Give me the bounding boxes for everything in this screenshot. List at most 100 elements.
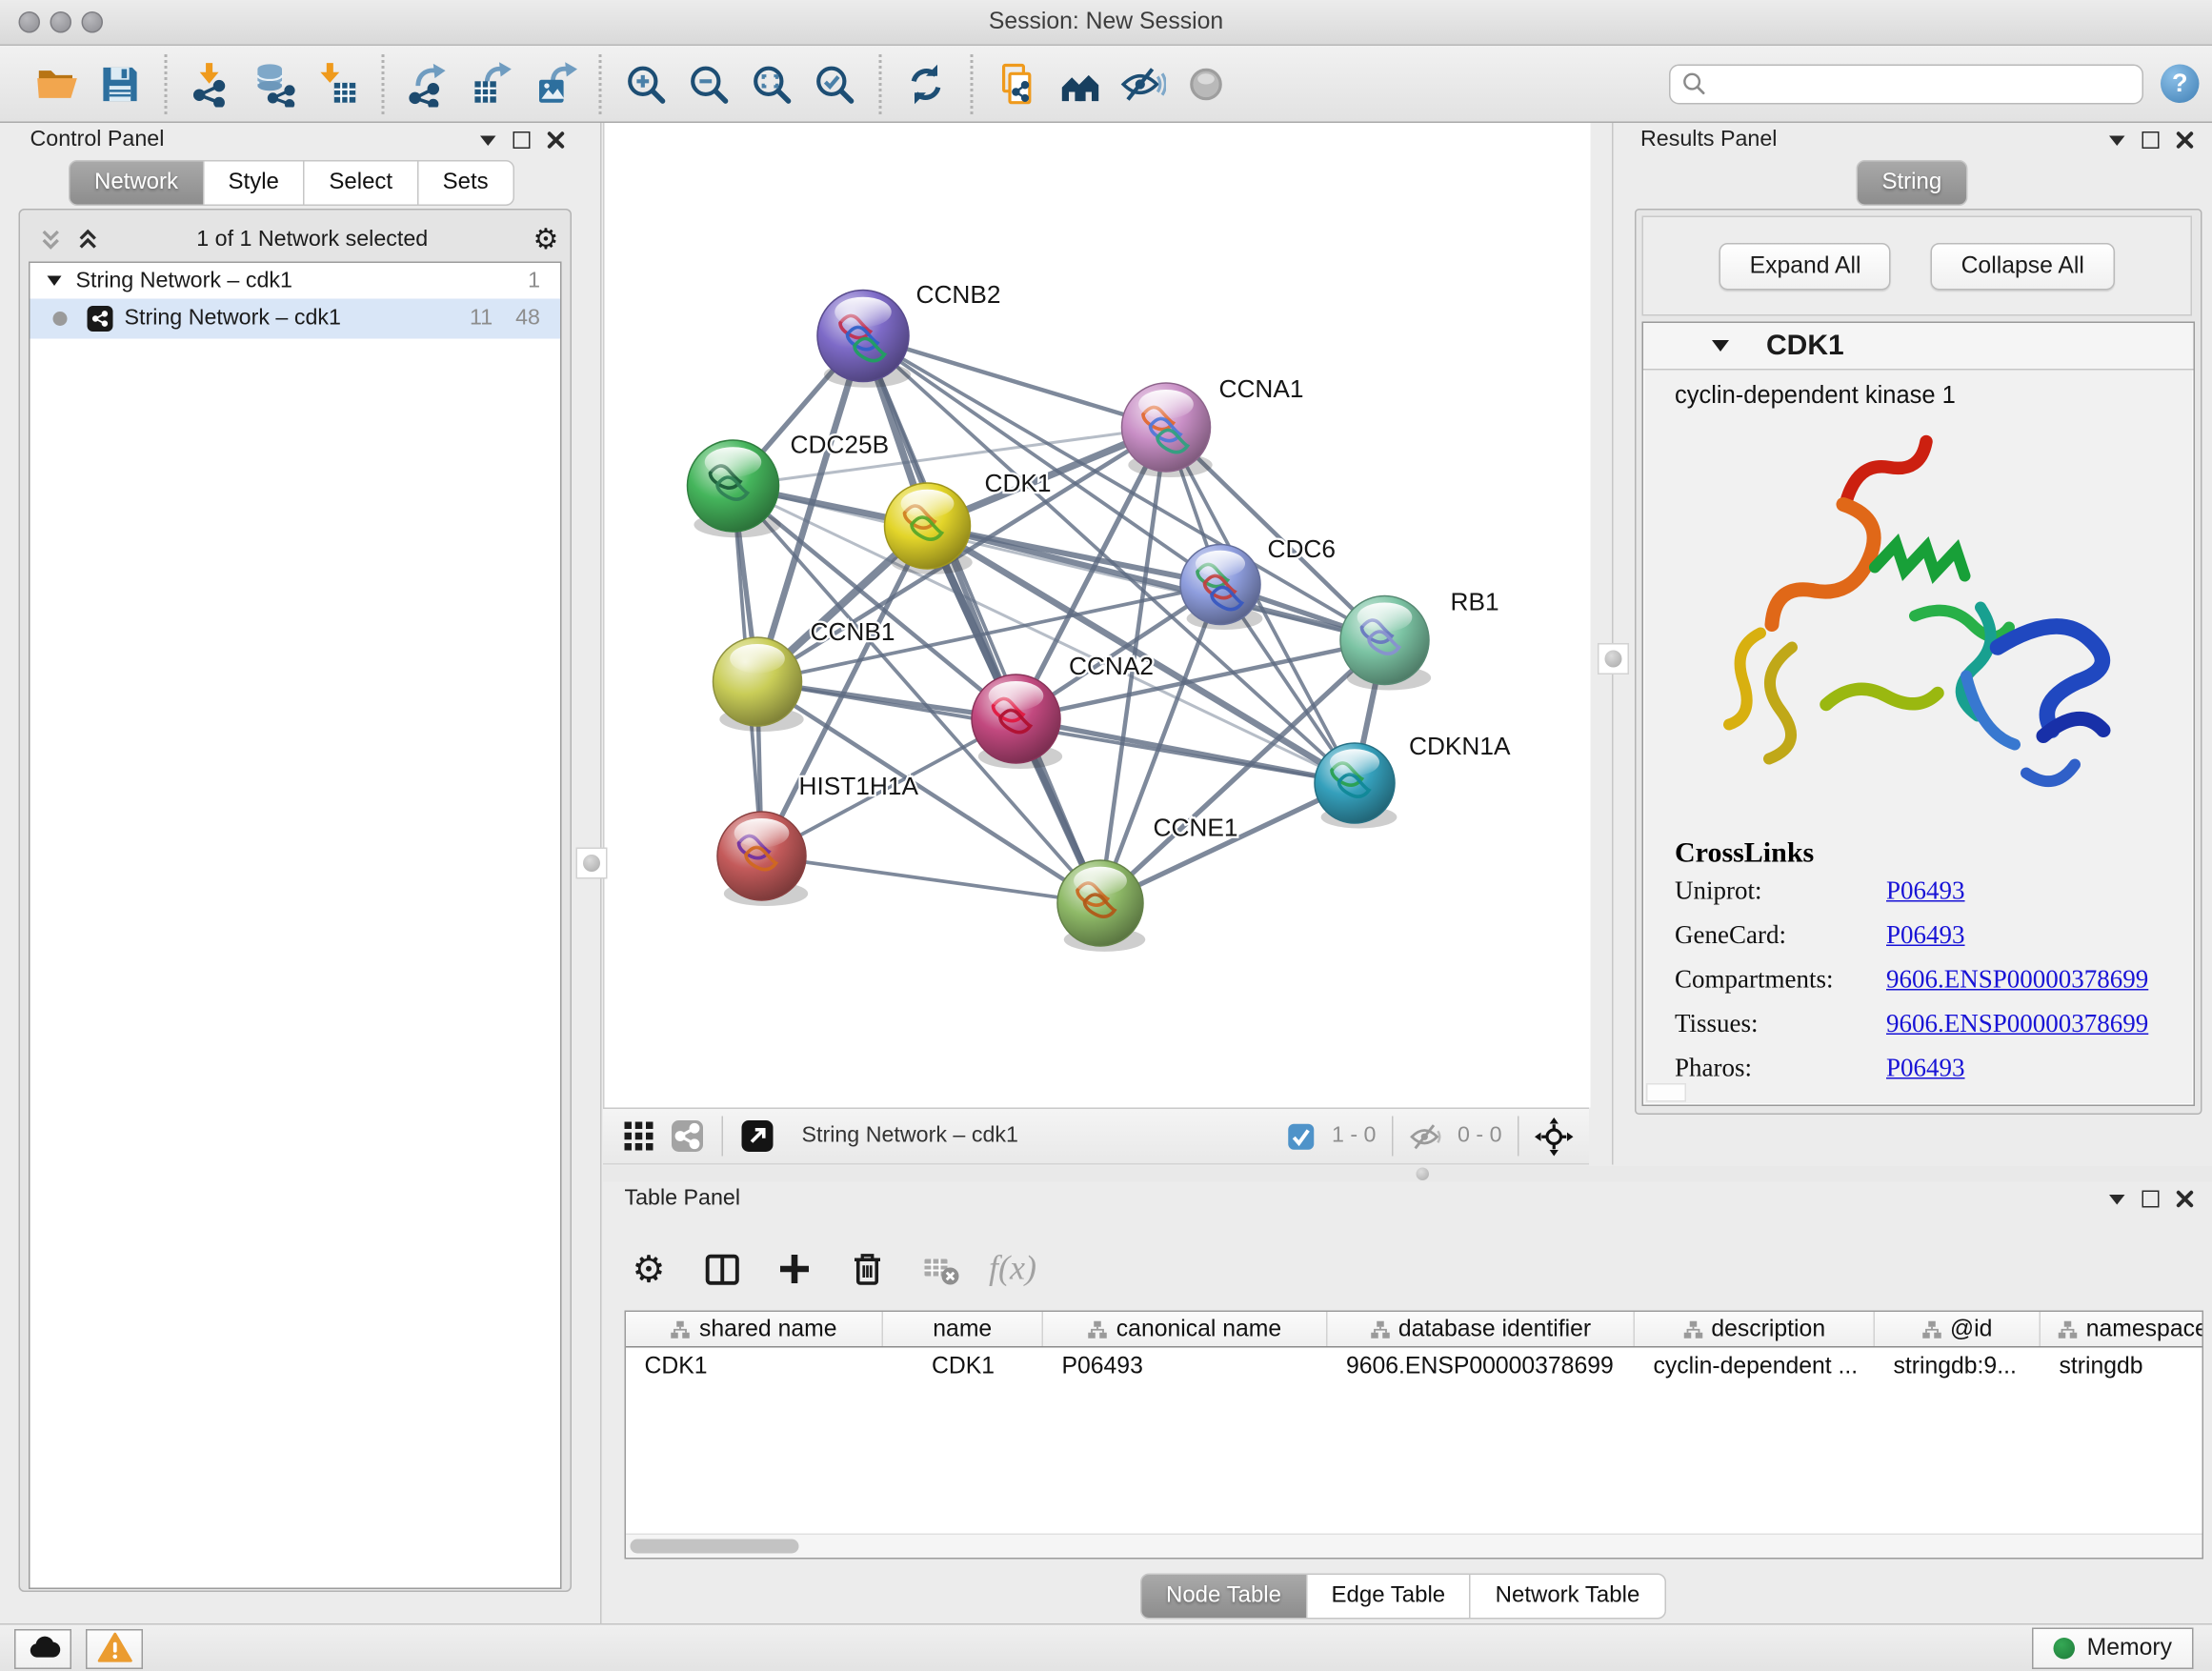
tree-expander-icon[interactable] bbox=[48, 276, 62, 287]
memory-button[interactable]: Memory bbox=[2033, 1628, 2194, 1670]
tab-network-table[interactable]: Network Table bbox=[1470, 1574, 1666, 1620]
close-panel-button[interactable] bbox=[543, 129, 569, 151]
table-cell[interactable]: CDK1 bbox=[626, 1353, 883, 1380]
create-column-button[interactable] bbox=[771, 1251, 819, 1288]
node-CCNA2[interactable] bbox=[972, 674, 1062, 769]
tab-node-table[interactable]: Node Table bbox=[1140, 1574, 1307, 1620]
network-row-selected[interactable]: String Network – cdk1 11 48 bbox=[30, 299, 561, 339]
apply-layout-button[interactable] bbox=[897, 55, 955, 112]
network-options-button[interactable]: ⚙ bbox=[533, 228, 559, 251]
results-panel-title: Results Panel bbox=[1640, 128, 1777, 153]
expand-all-networks-button[interactable] bbox=[74, 228, 100, 251]
tab-edge-table[interactable]: Edge Table bbox=[1305, 1574, 1471, 1620]
zoom-in-button[interactable] bbox=[617, 55, 674, 112]
node-CCNB2[interactable] bbox=[817, 291, 911, 388]
export-table-button[interactable] bbox=[463, 55, 520, 112]
node-CCNE1[interactable] bbox=[1057, 860, 1145, 952]
crosslink-link[interactable]: P06493 bbox=[1886, 1054, 1965, 1084]
tab-sets[interactable]: Sets bbox=[417, 160, 514, 206]
float-results-button[interactable] bbox=[2103, 129, 2129, 151]
right-divider-handle[interactable] bbox=[1598, 643, 1629, 674]
import-from-database-button[interactable] bbox=[246, 55, 303, 112]
table-options-button[interactable]: ⚙ bbox=[625, 1247, 674, 1292]
horizontal-divider-handle[interactable] bbox=[1417, 1168, 1430, 1181]
import-network-button[interactable] bbox=[183, 55, 240, 112]
table-cell[interactable]: stringdb:9... bbox=[1875, 1353, 2041, 1380]
table-cell[interactable]: stringdb bbox=[2041, 1353, 2203, 1380]
crosslink-link[interactable]: P06493 bbox=[1886, 920, 1965, 951]
zoom-out-button[interactable] bbox=[680, 55, 737, 112]
birdseye-view-button[interactable] bbox=[614, 1115, 663, 1158]
expand-all-button[interactable]: Expand All bbox=[1719, 242, 1891, 290]
save-session-button[interactable] bbox=[91, 55, 149, 112]
zoom-fit-button[interactable] bbox=[743, 55, 800, 112]
home-view-button[interactable] bbox=[1052, 55, 1109, 112]
tab-style[interactable]: Style bbox=[203, 160, 305, 206]
preview-button[interactable] bbox=[1177, 55, 1235, 112]
network-canvas[interactable]: CCNB2CCNA1CDC25BCDK1CDC6RB1CCNB1CCNA2CDK… bbox=[603, 123, 1591, 1108]
results-scroll-stub[interactable] bbox=[1646, 1083, 1686, 1102]
string-toggle-button[interactable] bbox=[663, 1115, 712, 1158]
hide-unhide-button[interactable] bbox=[1115, 55, 1172, 112]
crosslink-link[interactable]: 9606.ENSP00000378699 bbox=[1886, 1009, 2148, 1039]
tab-string[interactable]: String bbox=[1857, 160, 1968, 206]
network-collection-row[interactable]: String Network – cdk1 1 bbox=[30, 263, 561, 299]
node-CDK1[interactable] bbox=[885, 483, 973, 574]
node-CDC6[interactable] bbox=[1180, 545, 1262, 630]
collapse-all-button[interactable]: Collapse All bbox=[1931, 242, 2114, 290]
node-CDKN1A[interactable] bbox=[1315, 743, 1397, 828]
open-in-browser-button[interactable] bbox=[734, 1115, 782, 1158]
tab-network[interactable]: Network bbox=[69, 160, 204, 206]
close-table-button[interactable] bbox=[2172, 1188, 2198, 1211]
column-header-description[interactable]: description bbox=[1635, 1312, 1875, 1346]
left-divider-handle[interactable] bbox=[576, 848, 608, 879]
scrollbar-thumb[interactable] bbox=[631, 1539, 799, 1553]
crosslink-link[interactable]: 9606.ENSP00000378699 bbox=[1886, 965, 2148, 996]
crosslink-link[interactable]: P06493 bbox=[1886, 876, 1965, 907]
cloud-status-button[interactable] bbox=[14, 1629, 71, 1669]
column-header-database-identifier[interactable]: database identifier bbox=[1328, 1312, 1636, 1346]
float-table-button[interactable] bbox=[2103, 1188, 2129, 1211]
node-HIST1H1A[interactable] bbox=[717, 812, 808, 906]
table-cell[interactable]: CDK1 bbox=[883, 1353, 1043, 1380]
maximize-panel-button[interactable] bbox=[509, 129, 534, 151]
search-input[interactable] bbox=[1715, 70, 2131, 96]
warning-status-button[interactable] bbox=[86, 1629, 143, 1669]
string-network-graph[interactable]: CCNB2CCNA1CDC25BCDK1CDC6RB1CCNB1CCNA2CDK… bbox=[605, 123, 1591, 1108]
float-panel-button[interactable] bbox=[474, 129, 500, 151]
maximize-results-button[interactable] bbox=[2138, 129, 2163, 151]
gene-section-header[interactable]: CDK1 bbox=[1643, 323, 2194, 371]
delete-column-button[interactable] bbox=[843, 1251, 892, 1288]
column-header-name[interactable]: name bbox=[883, 1312, 1043, 1346]
column-header-canonical-name[interactable]: canonical name bbox=[1043, 1312, 1328, 1346]
column-header-shared-name[interactable]: shared name bbox=[626, 1312, 883, 1346]
export-image-button[interactable] bbox=[526, 55, 583, 112]
table-cell[interactable]: P06493 bbox=[1043, 1353, 1328, 1380]
tab-select[interactable]: Select bbox=[303, 160, 418, 206]
table-cell[interactable]: 9606.ENSP00000378699 bbox=[1328, 1353, 1636, 1380]
zoom-selected-button[interactable] bbox=[806, 55, 863, 112]
help-button[interactable]: ? bbox=[2161, 65, 2200, 104]
column-header-namespace[interactable]: namespace bbox=[2041, 1312, 2203, 1346]
show-columns-button[interactable] bbox=[697, 1250, 746, 1289]
close-results-button[interactable] bbox=[2172, 129, 2198, 151]
export-network-button[interactable] bbox=[400, 55, 457, 112]
open-session-button[interactable] bbox=[29, 55, 86, 112]
table-cell[interactable]: cyclin-dependent ... bbox=[1635, 1353, 1875, 1380]
table-horizontal-scrollbar[interactable] bbox=[626, 1534, 2202, 1559]
maximize-table-button[interactable] bbox=[2138, 1188, 2163, 1211]
fit-selection-button[interactable] bbox=[1529, 1115, 1578, 1158]
import-table-button[interactable] bbox=[309, 55, 366, 112]
table-row[interactable]: CDK1CDK1P064939606.ENSP00000378699cyclin… bbox=[626, 1348, 2202, 1385]
node-CDC25B[interactable] bbox=[688, 440, 781, 537]
edge-HIST1H1A-CCNE1[interactable] bbox=[762, 856, 1101, 904]
section-expander-icon[interactable] bbox=[1712, 340, 1729, 352]
node-RB1[interactable] bbox=[1340, 596, 1431, 691]
column-header--id[interactable]: @id bbox=[1875, 1312, 2041, 1346]
collapse-all-networks-button[interactable] bbox=[37, 228, 63, 251]
edge-CCNB2-CCNA1[interactable] bbox=[863, 336, 1166, 428]
horizontal-divider[interactable] bbox=[603, 1166, 2212, 1182]
node-CCNA1[interactable] bbox=[1122, 383, 1213, 477]
copy-network-button[interactable] bbox=[989, 55, 1046, 112]
node-CCNB1[interactable] bbox=[714, 637, 804, 732]
